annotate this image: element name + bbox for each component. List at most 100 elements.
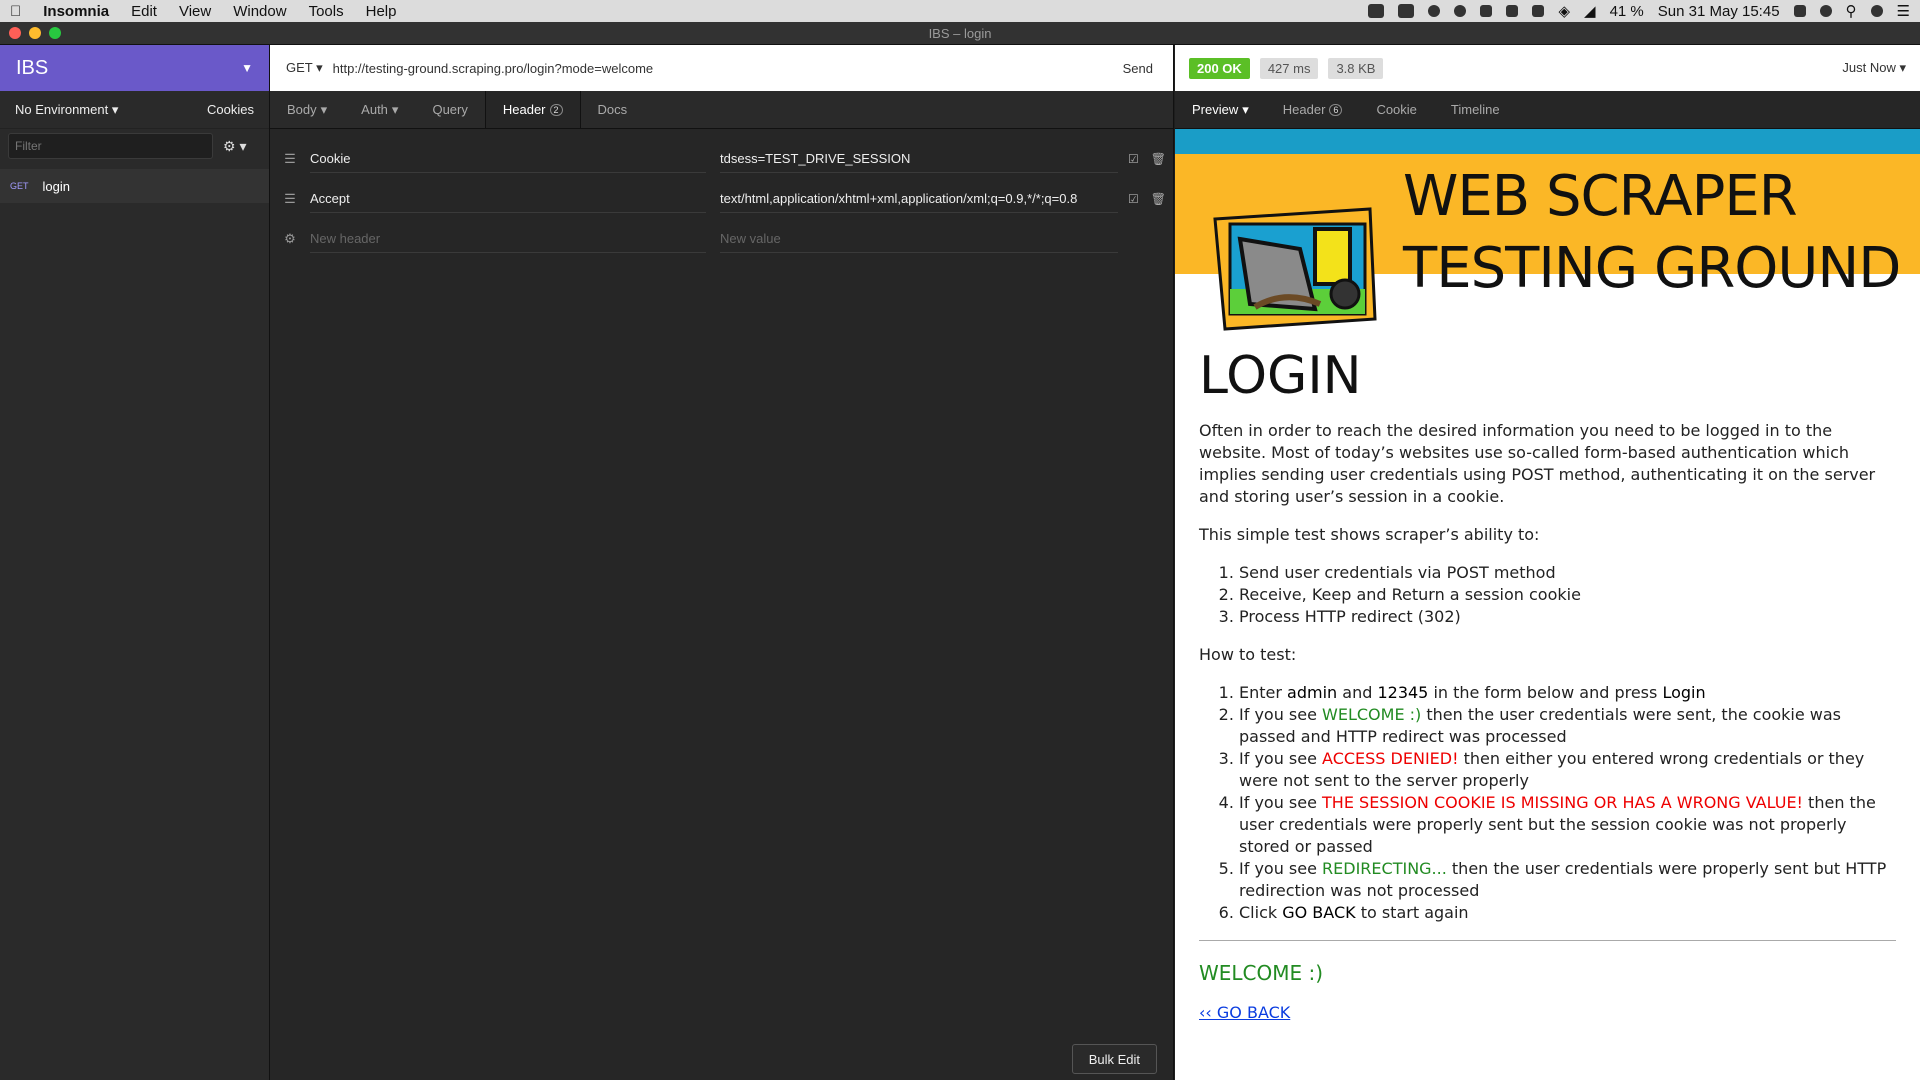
window-title: IBS – login: [928, 25, 992, 41]
header-value-input[interactable]: text/html,application/xhtml+xml,applicat…: [720, 185, 1118, 213]
site-title-line2: TESTING GROUND: [1403, 236, 1901, 301]
trash-icon[interactable]: 🗑: [1151, 192, 1166, 206]
steps-list: Enter admin and 12345 in the form below …: [1239, 682, 1896, 924]
drag-handle-icon[interactable]: ☰: [270, 151, 310, 167]
request-pane: GET ▾ http://testing-ground.scraping.pro…: [270, 45, 1174, 1080]
workspace-name: IBS: [16, 56, 49, 79]
macos-menubar:  Insomnia Edit View Window Tools Help ◈…: [0, 0, 1920, 22]
bulk-edit-button[interactable]: Bulk Edit: [1071, 1044, 1157, 1074]
header-count-badge: 2: [549, 103, 563, 116]
list-item: If you see WELCOME :) then the user cred…: [1239, 704, 1896, 748]
sidebar: IBS ▼ No Environment ▾ Cookies ⚙ ▾ GET l…: [0, 45, 270, 1080]
header-list: ☰ Cookie tdsess=TEST_DRIVE_SESSION ☑ 🗑 ☰ …: [270, 129, 1173, 259]
size-badge: 3.8 KB: [1328, 57, 1384, 79]
header-row: ☰ Cookie tdsess=TEST_DRIVE_SESSION ☑ 🗑: [270, 139, 1173, 179]
do-not-disturb-icon[interactable]: [1454, 5, 1467, 17]
close-window-button[interactable]: [9, 27, 21, 39]
filter-row: ⚙ ▾: [0, 129, 269, 163]
tab-auth[interactable]: Auth ▾: [344, 91, 415, 128]
response-status-bar: 200 OK 427 ms 3.8 KB Just Now ▾: [1175, 45, 1920, 91]
zoom-window-button[interactable]: [49, 27, 61, 39]
site-title-line1: WEB SCRAPER: [1403, 164, 1798, 229]
list-item: Process HTTP redirect (302): [1239, 606, 1896, 628]
gear-icon[interactable]: ⚙ ▾: [223, 138, 246, 155]
wifi-icon[interactable]: ◈: [1558, 2, 1570, 20]
hero-banner: WEB SCRAPER TESTING GROUND: [1175, 154, 1920, 331]
list-item: If you see REDIRECTING... then the user …: [1239, 858, 1896, 902]
go-back-link[interactable]: ‹‹ GO BACK: [1199, 1003, 1290, 1022]
apple-menu-icon[interactable]: : [10, 3, 21, 20]
workspace-dropdown[interactable]: IBS ▼: [0, 45, 269, 91]
docker-icon[interactable]: [1398, 4, 1415, 18]
shield-icon[interactable]: [1480, 5, 1493, 17]
url-bar: GET ▾ http://testing-ground.scraping.pro…: [270, 45, 1173, 91]
tab-response-header[interactable]: Header 6: [1266, 91, 1360, 128]
response-pane: 200 OK 427 ms 3.8 KB Just Now ▾ Preview …: [1175, 45, 1920, 1080]
tab-header[interactable]: Header 2: [484, 91, 581, 128]
bluetooth-icon[interactable]: [1532, 5, 1545, 17]
toggle-checkbox-icon[interactable]: ☑: [1128, 192, 1139, 206]
status-badge: 200 OK: [1189, 57, 1250, 79]
header-value-input[interactable]: tdsess=TEST_DRIVE_SESSION: [720, 145, 1118, 173]
new-header-row: ⚙ New header New value: [270, 219, 1173, 259]
hero-top-bar: [1175, 129, 1920, 154]
menu-tools[interactable]: Tools: [309, 3, 344, 20]
filter-input[interactable]: [8, 133, 213, 159]
request-tabs: Body ▾ Auth ▾ Query Header 2 Docs: [270, 91, 1173, 129]
page-heading: LOGIN: [1199, 346, 1362, 406]
page-content: LOGIN Often in order to reach the desire…: [1175, 346, 1920, 1022]
tab-preview[interactable]: Preview ▾: [1175, 91, 1266, 128]
menu-window[interactable]: Window: [233, 3, 286, 20]
ability-paragraph: This simple test shows scraper’s ability…: [1199, 525, 1540, 544]
tab-cookie[interactable]: Cookie: [1359, 91, 1433, 128]
gear-icon[interactable]: ⚙: [270, 231, 310, 247]
response-preview[interactable]: WEB SCRAPER TESTING GROUND LOGIN Often i…: [1175, 129, 1920, 1080]
status-icon[interactable]: [1368, 4, 1385, 18]
environment-selector[interactable]: No Environment ▾: [15, 102, 118, 118]
glasses-icon[interactable]: [1506, 5, 1519, 17]
menu-view[interactable]: View: [179, 3, 211, 20]
battery-status[interactable]: 41 %: [1610, 3, 1644, 20]
welcome-message: WELCOME :): [1199, 961, 1324, 985]
intro-paragraph: Often in order to reach the desired info…: [1199, 421, 1876, 506]
tab-timeline[interactable]: Timeline: [1434, 91, 1517, 128]
cookies-button[interactable]: Cookies: [207, 102, 254, 117]
history-dropdown[interactable]: Just Now ▾: [1842, 60, 1906, 76]
window-titlebar: IBS – login: [0, 22, 1920, 45]
menu-help[interactable]: Help: [366, 3, 397, 20]
method-select[interactable]: GET ▾: [286, 60, 323, 76]
tab-docs[interactable]: Docs: [581, 91, 645, 128]
list-item: Click GO BACK to start again: [1239, 902, 1896, 924]
drag-handle-icon[interactable]: ☰: [270, 191, 310, 207]
notification-center-icon[interactable]: ☰: [1897, 2, 1910, 20]
divider: [1199, 940, 1896, 941]
request-item-login[interactable]: GET login: [0, 169, 269, 203]
new-header-input[interactable]: New header: [310, 225, 706, 253]
bulldozer-logo-icon: [1213, 207, 1377, 331]
user-icon[interactable]: [1819, 5, 1832, 17]
tab-query[interactable]: Query: [415, 91, 484, 128]
new-value-input[interactable]: New value: [720, 225, 1118, 253]
tab-body[interactable]: Body ▾: [270, 91, 344, 128]
input-source-icon[interactable]: [1793, 5, 1806, 17]
request-method: GET: [10, 181, 29, 191]
how-paragraph: How to test:: [1199, 645, 1297, 664]
datetime[interactable]: Sun 31 May 15:45: [1658, 3, 1780, 20]
header-name-input[interactable]: Accept: [310, 185, 706, 213]
environment-row: No Environment ▾ Cookies: [0, 91, 269, 129]
volume-icon[interactable]: ◢: [1584, 2, 1596, 20]
siri-icon[interactable]: [1870, 5, 1883, 17]
minimize-window-button[interactable]: [29, 27, 41, 39]
status-circle-icon[interactable]: [1428, 5, 1441, 17]
request-name: login: [42, 178, 70, 194]
toggle-checkbox-icon[interactable]: ☑: [1128, 152, 1139, 166]
spotlight-search-icon[interactable]: ⚲: [1846, 2, 1857, 20]
trash-icon[interactable]: 🗑: [1151, 152, 1166, 166]
list-item: Receive, Keep and Return a session cooki…: [1239, 584, 1896, 606]
url-input[interactable]: http://testing-ground.scraping.pro/login…: [333, 61, 1113, 76]
response-tabs: Preview ▾ Header 6 Cookie Timeline: [1175, 91, 1920, 129]
header-name-input[interactable]: Cookie: [310, 145, 706, 173]
menu-app-name[interactable]: Insomnia: [43, 3, 109, 20]
menu-edit[interactable]: Edit: [131, 3, 157, 20]
send-button[interactable]: Send: [1123, 61, 1153, 76]
